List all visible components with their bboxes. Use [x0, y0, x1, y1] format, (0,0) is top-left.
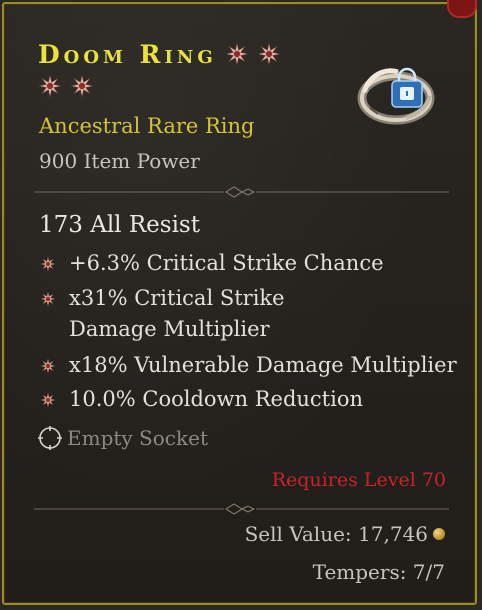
item-title-row-2: [38, 72, 94, 100]
affix-star-bullet-icon: [39, 255, 57, 273]
affix-text: +6.3% Critical Strike Chance: [69, 251, 384, 275]
item-tooltip: Doom Ring Ancestral Rare Ring 900 Item P…: [2, 0, 477, 605]
affix-text: 10.0% Cooldown Reduction: [69, 387, 364, 411]
affix-line: x31% Critical Strike Damage Multiplier: [39, 283, 369, 345]
item-title-row: Doom Ring: [38, 39, 281, 69]
socket-line: Empty Socket: [37, 425, 208, 451]
greater-affix-star-icon: [225, 42, 249, 66]
greater-affix-star-icon: [38, 74, 62, 98]
greater-affix-star-icon: [70, 74, 94, 98]
empty-socket-icon: [38, 426, 62, 450]
divider-ornament: [34, 503, 449, 515]
affix-star-bullet-icon: [39, 357, 57, 375]
level-requirement: Requires Level 70: [271, 469, 446, 491]
gold-coin-icon: [433, 528, 445, 540]
tempers-count: Tempers: 7/7: [312, 560, 445, 584]
affix-line: x18% Vulnerable Damage Multiplier: [39, 350, 459, 381]
item-type: Ancestral Rare Ring: [39, 114, 255, 138]
affix-line: 10.0% Cooldown Reduction: [39, 384, 459, 415]
item-power: 900 Item Power: [39, 149, 200, 173]
greater-affix-star-icon: [257, 42, 281, 66]
affix-star-bullet-icon: [39, 290, 57, 308]
affix-text: x31% Critical Strike Damage Multiplier: [69, 286, 285, 341]
affix-star-bullet-icon: [39, 391, 57, 409]
item-name: Doom Ring: [38, 39, 217, 69]
sell-value-text: Sell Value: 17,746: [244, 522, 428, 546]
sell-value: Sell Value: 17,746: [245, 522, 445, 546]
ring-item-image: [357, 67, 435, 125]
implicit-affix: 173 All Resist: [39, 212, 200, 238]
affix-text: x18% Vulnerable Damage Multiplier: [69, 353, 457, 377]
affix-line: +6.3% Critical Strike Chance: [39, 248, 459, 279]
socket-label: Empty Socket: [67, 426, 208, 450]
close-gem-icon[interactable]: [447, 0, 477, 18]
divider-ornament: [34, 186, 449, 198]
